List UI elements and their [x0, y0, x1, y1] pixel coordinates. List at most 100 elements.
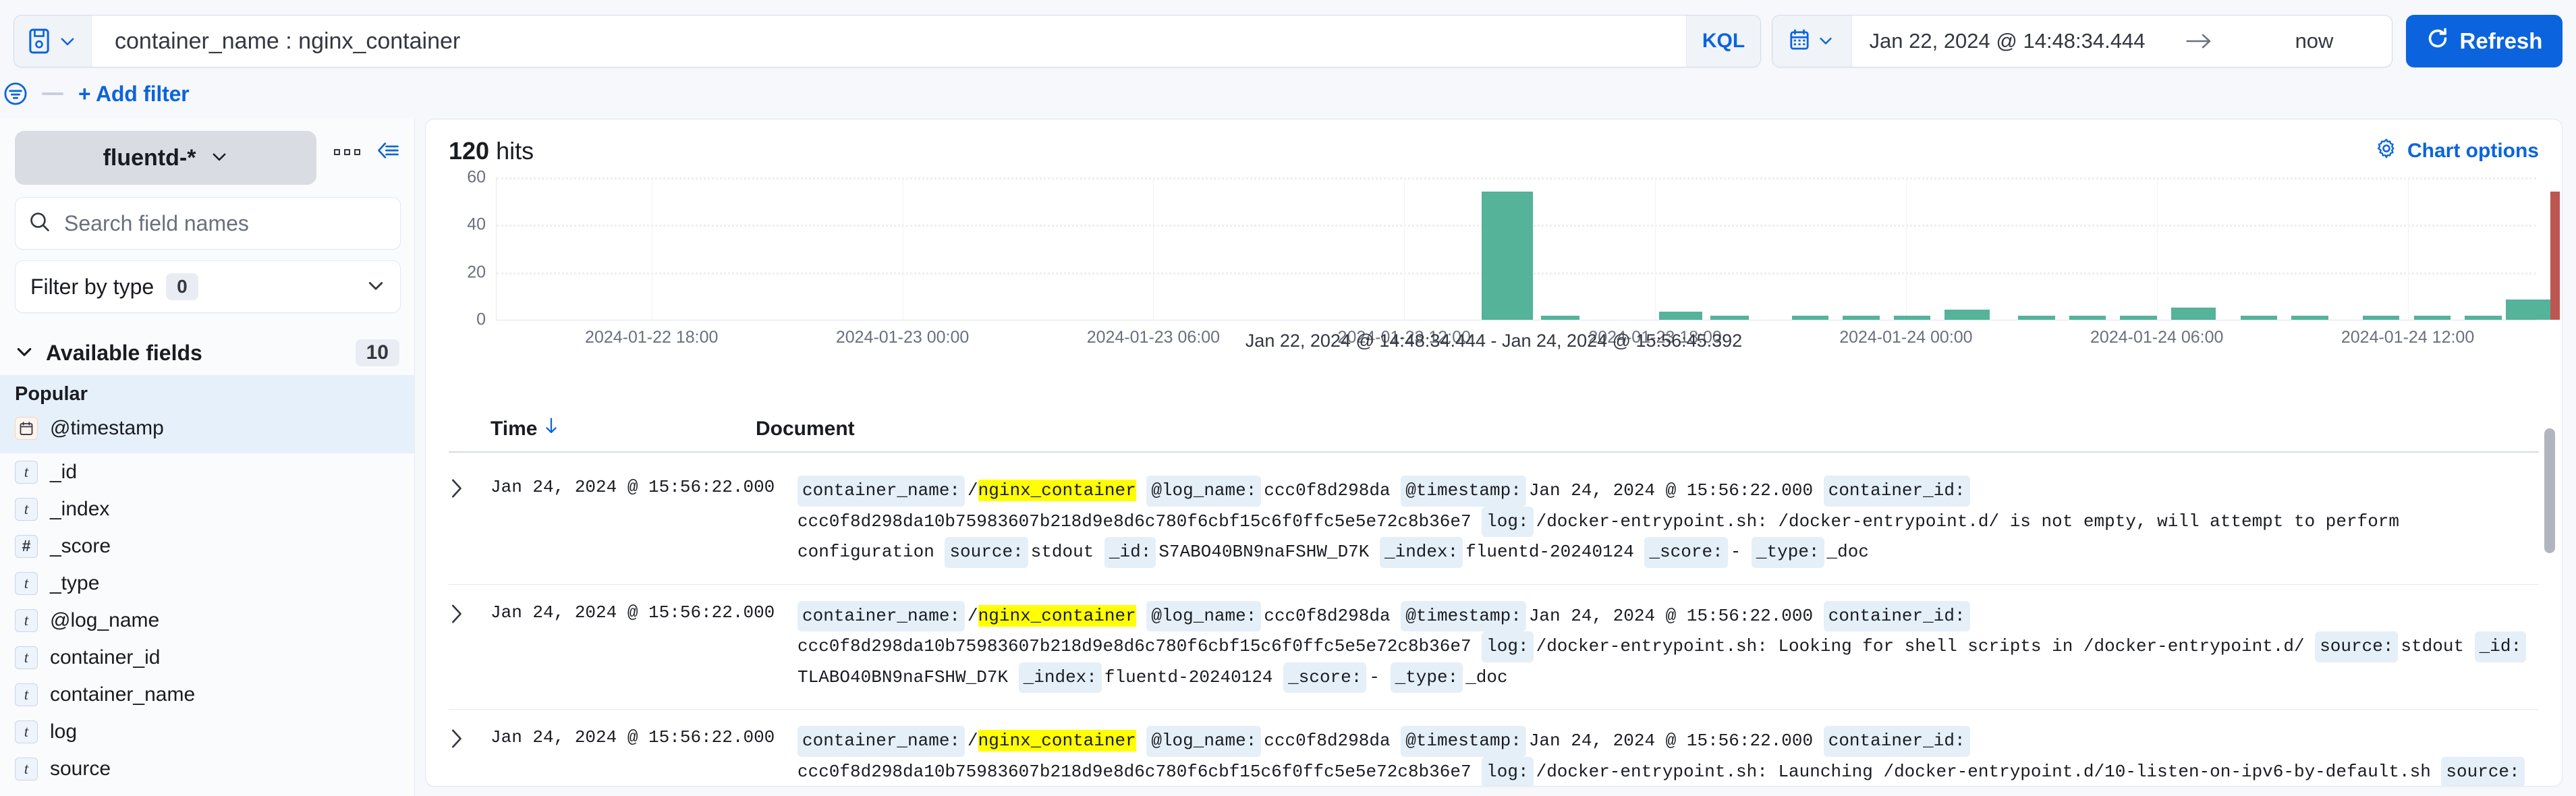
field-name: _index — [50, 497, 110, 520]
row-document: container_name:/nginx_container @log_nam… — [797, 600, 2539, 693]
field-name: _type — [50, 571, 100, 594]
saved-query-menu-button[interactable] — [14, 16, 92, 67]
refresh-button[interactable]: Refresh — [2406, 15, 2563, 67]
chart-plot-area[interactable]: 60 40 20 0 2024-01-22 18:00 2024-01-23 0… — [467, 168, 2560, 347]
field-item-container_name[interactable]: t container_name — [15, 676, 399, 713]
hits-row: 120 hits Chart options — [426, 119, 2562, 165]
field-item-_id[interactable]: t _id — [15, 453, 399, 490]
doc-field-value: /docker-entrypoint.sh: Looking for shell… — [1536, 636, 2305, 657]
date-start-input[interactable]: Jan 22, 2024 @ 14:48:34.444 — [1852, 16, 2162, 67]
table-body: Jan 24, 2024 @ 15:56:22.000 container_na… — [426, 459, 2562, 786]
histogram-bar[interactable] — [1893, 315, 1931, 320]
table-row[interactable]: Jan 24, 2024 @ 15:56:22.000 container_na… — [449, 459, 2539, 585]
histogram-bar[interactable] — [1659, 311, 1702, 320]
histogram-bar[interactable] — [1944, 309, 1990, 320]
field-item-container_id[interactable]: t container_id — [15, 639, 399, 676]
filter-bar: + Add filter — [0, 73, 2576, 115]
discover-main-panel: 120 hits Chart options 60 40 20 0 2024-0… — [425, 119, 2563, 787]
search-field-names-input[interactable]: Search field names — [15, 197, 401, 250]
histogram-bar[interactable] — [2291, 315, 2328, 320]
row-time: Jan 24, 2024 @ 15:56:22.000 — [491, 477, 775, 497]
field-actions-icon[interactable] — [334, 148, 360, 155]
filter-by-type-button[interactable]: Filter by type 0 — [15, 260, 401, 313]
histogram-bar[interactable] — [2069, 315, 2106, 320]
date-end-input[interactable]: now — [2237, 16, 2392, 67]
row-time: Jan 24, 2024 @ 15:56:22.000 — [491, 602, 775, 623]
field-item-timestamp[interactable]: @timestamp — [15, 409, 399, 447]
doc-field-key: log: — [1482, 506, 1534, 538]
field-name: _score — [50, 534, 111, 557]
field-name: log — [50, 720, 78, 743]
doc-field-value: ccc0f8d298da10b75983607b218d9e8d6c780f6c… — [797, 761, 1472, 782]
date-quick-select-button[interactable] — [1772, 16, 1852, 67]
doc-field-value: /nginx_container — [968, 604, 1136, 627]
field-sidebar: fluentd-* Search field names Filter by t… — [0, 119, 415, 796]
histogram-bar[interactable] — [2550, 192, 2560, 320]
search-input[interactable]: container_name : nginx_container — [92, 16, 1686, 67]
refresh-icon — [2426, 27, 2449, 55]
histogram-bar[interactable] — [2465, 315, 2502, 320]
histogram-bar[interactable] — [1710, 315, 1749, 320]
chevron-down-icon — [59, 32, 76, 50]
column-header-time[interactable]: Time — [449, 418, 756, 440]
doc-field-key: container_id: — [1823, 726, 1970, 757]
search-term-highlight: nginx_container — [978, 604, 1136, 627]
date-range-arrow-icon — [2162, 16, 2237, 67]
table-row[interactable]: Jan 24, 2024 @ 15:56:22.000 container_na… — [449, 710, 2539, 786]
histogram-bar[interactable] — [2171, 307, 2216, 320]
doc-field-key: @timestamp: — [1401, 600, 1526, 632]
collapse-sidebar-icon[interactable] — [376, 142, 399, 163]
chevron-down-icon — [211, 145, 228, 171]
expand-row-button[interactable] — [449, 476, 491, 568]
histogram-bar[interactable] — [2505, 299, 2557, 320]
field-item-_index[interactable]: t _index — [15, 490, 399, 528]
expand-row-button[interactable] — [449, 726, 491, 786]
column-header-document[interactable]: Document — [756, 418, 2539, 440]
doc-field-key: log: — [1482, 756, 1534, 786]
doc-field-key: source: — [2441, 756, 2525, 786]
field-item-log_name[interactable]: t @log_name — [15, 602, 399, 639]
gear-icon — [2376, 138, 2397, 164]
filter-settings-icon[interactable] — [4, 82, 27, 105]
field-item-_score[interactable]: # _score — [15, 528, 399, 565]
histogram-bar[interactable] — [1791, 315, 1828, 320]
chart-options-button[interactable]: Chart options — [2376, 138, 2539, 164]
doc-field-key: _type: — [1390, 662, 1463, 693]
field-item-log[interactable]: t log — [15, 713, 399, 750]
add-filter-button[interactable]: + Add filter — [78, 82, 190, 107]
doc-field-key: @log_name: — [1146, 600, 1262, 632]
data-view-picker[interactable]: fluentd-* — [15, 131, 316, 185]
histogram-bar[interactable] — [2240, 315, 2278, 320]
doc-field-key: _score: — [1644, 537, 1728, 568]
string-field-icon: t — [15, 608, 38, 632]
query-input-group: container_name : nginx_container KQL — [13, 15, 1761, 67]
row-document: container_name:/nginx_container @log_nam… — [797, 476, 2539, 568]
query-language-button[interactable]: KQL — [1686, 16, 1760, 67]
string-field-icon: t — [15, 683, 38, 706]
doc-field-value: fluentd-20240124 — [1465, 542, 1634, 563]
histogram-bar[interactable] — [1540, 315, 1580, 320]
documents-scrollbar[interactable] — [2544, 419, 2555, 786]
histogram-bar[interactable] — [2413, 315, 2451, 320]
histogram-bar[interactable] — [1482, 192, 1533, 320]
chart-options-label: Chart options — [2407, 140, 2539, 162]
expand-row-button[interactable] — [449, 601, 491, 693]
field-item-source[interactable]: t source — [15, 750, 399, 787]
y-axis-tick: 20 — [467, 262, 486, 282]
field-item-_type[interactable]: t _type — [15, 565, 399, 602]
y-axis-tick: 60 — [467, 167, 486, 187]
row-document: container_name:/nginx_container @log_nam… — [797, 726, 2539, 786]
string-field-icon: t — [15, 720, 38, 743]
available-fields-header[interactable]: Available fields 10 — [15, 331, 399, 375]
available-fields-count: 10 — [355, 339, 399, 366]
string-field-icon: t — [15, 460, 38, 484]
scrollbar-thumb[interactable] — [2544, 428, 2555, 553]
calendar-field-icon — [15, 416, 38, 440]
doc-field-value: - — [1369, 666, 1380, 687]
histogram-bar[interactable] — [2363, 315, 2400, 320]
histogram-bar[interactable] — [2018, 315, 2055, 320]
table-row[interactable]: Jan 24, 2024 @ 15:56:22.000 container_na… — [449, 585, 2539, 710]
histogram-bar[interactable] — [2120, 315, 2157, 320]
histogram-chart[interactable]: 60 40 20 0 2024-01-22 18:00 2024-01-23 0… — [450, 168, 2560, 351]
histogram-bar[interactable] — [1843, 315, 1880, 320]
